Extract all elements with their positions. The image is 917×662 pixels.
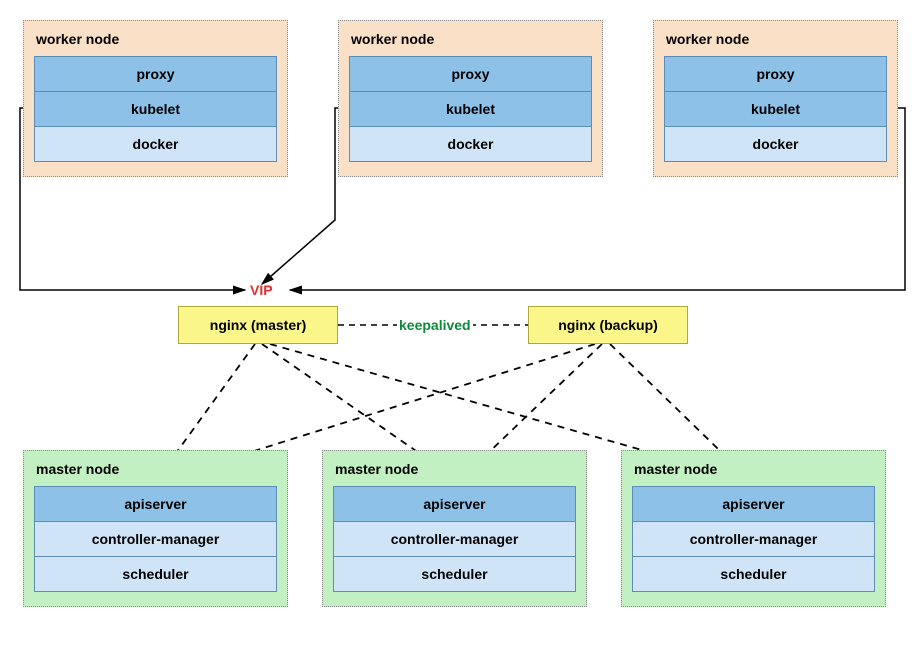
- master-node-2: master node apiserver controller-manager…: [322, 450, 587, 607]
- cell-controller-manager: controller-manager: [632, 521, 875, 557]
- nginx-master: nginx (master): [178, 306, 338, 344]
- cell-apiserver: apiserver: [632, 486, 875, 522]
- cell-apiserver: apiserver: [333, 486, 576, 522]
- diagram-canvas: worker node proxy kubelet docker worker …: [0, 0, 917, 662]
- worker-node-title: worker node: [36, 31, 277, 47]
- worker-node-1: worker node proxy kubelet docker: [23, 20, 288, 177]
- master-node-title: master node: [36, 461, 277, 477]
- cell-proxy: proxy: [349, 56, 592, 92]
- cell-kubelet: kubelet: [34, 91, 277, 127]
- cell-docker: docker: [34, 126, 277, 162]
- worker-node-title: worker node: [351, 31, 592, 47]
- keepalived-label: keepalived: [397, 317, 473, 333]
- cell-docker: docker: [349, 126, 592, 162]
- nginx-backup: nginx (backup): [528, 306, 688, 344]
- master-stack: apiserver controller-manager scheduler: [34, 487, 277, 592]
- worker-node-3: worker node proxy kubelet docker: [653, 20, 898, 177]
- master-node-3: master node apiserver controller-manager…: [621, 450, 886, 607]
- cell-kubelet: kubelet: [349, 91, 592, 127]
- cell-kubelet: kubelet: [664, 91, 887, 127]
- cell-scheduler: scheduler: [632, 556, 875, 592]
- master-stack: apiserver controller-manager scheduler: [333, 487, 576, 592]
- cell-proxy: proxy: [664, 56, 887, 92]
- vip-label: VIP: [250, 282, 273, 298]
- master-node-1: master node apiserver controller-manager…: [23, 450, 288, 607]
- cell-scheduler: scheduler: [34, 556, 277, 592]
- cell-apiserver: apiserver: [34, 486, 277, 522]
- cell-proxy: proxy: [34, 56, 277, 92]
- worker-node-2: worker node proxy kubelet docker: [338, 20, 603, 177]
- master-stack: apiserver controller-manager scheduler: [632, 487, 875, 592]
- cell-scheduler: scheduler: [333, 556, 576, 592]
- worker-stack: proxy kubelet docker: [349, 57, 592, 162]
- cell-controller-manager: controller-manager: [333, 521, 576, 557]
- cell-controller-manager: controller-manager: [34, 521, 277, 557]
- worker-stack: proxy kubelet docker: [34, 57, 277, 162]
- cell-docker: docker: [664, 126, 887, 162]
- worker-stack: proxy kubelet docker: [664, 57, 887, 162]
- worker-node-title: worker node: [666, 31, 887, 47]
- master-node-title: master node: [634, 461, 875, 477]
- master-node-title: master node: [335, 461, 576, 477]
